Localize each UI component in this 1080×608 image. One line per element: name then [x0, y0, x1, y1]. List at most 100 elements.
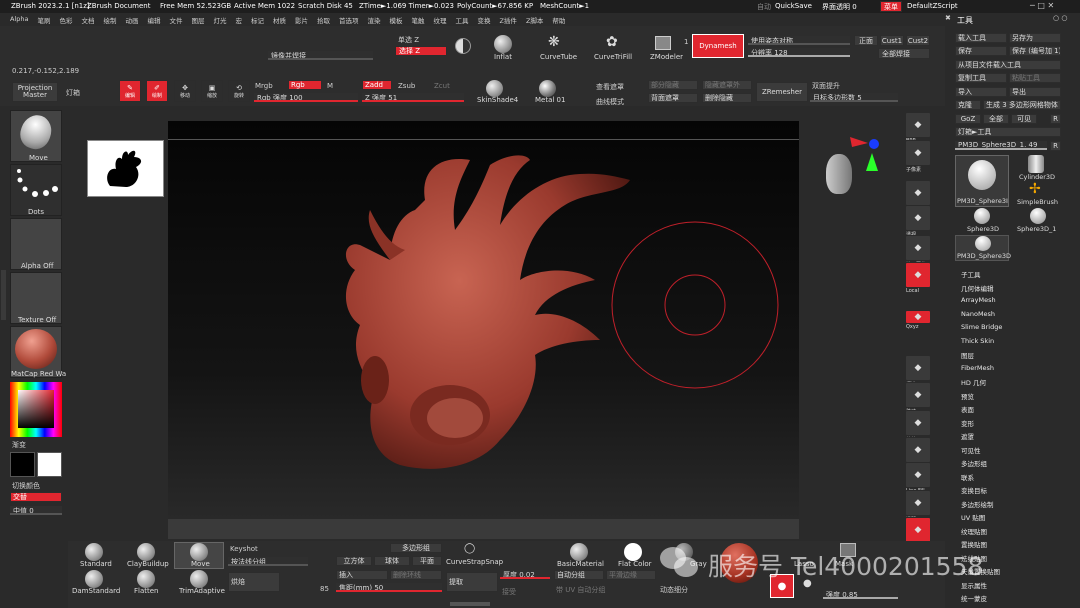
scale-view-button[interactable]: ◆ — [905, 410, 931, 436]
edit-button[interactable]: ✎ 编辑 — [119, 80, 141, 102]
select-z-button[interactable]: 选择 Z — [395, 46, 447, 56]
inflat-brush-icon[interactable] — [494, 35, 512, 53]
panel-pin-icon[interactable]: ○ ○ — [1053, 14, 1067, 22]
tool-subpalette-16[interactable]: 变换目标 — [961, 485, 987, 495]
frame-button[interactable]: ◆ — [905, 355, 931, 381]
sphere-button[interactable]: 球体 — [374, 556, 410, 566]
menu-item-9[interactable]: 灯光 — [213, 15, 226, 25]
menu-item-4[interactable]: 绘制 — [103, 15, 116, 25]
midvalue-slider[interactable]: 中值 0 — [10, 506, 62, 515]
save-as-button[interactable]: 另存为 — [1009, 33, 1061, 43]
aahalf-button[interactable]: ◆ — [905, 180, 931, 206]
goz-all-button[interactable]: 全部 — [983, 114, 1009, 124]
hide-unmasked-button[interactable]: 隐藏遮罩外 — [702, 80, 752, 90]
mrgb-button[interactable]: Mrgb — [255, 82, 273, 90]
perspective-button[interactable]: ◆ — [905, 205, 931, 231]
move-brush-thumb[interactable]: Move — [10, 110, 62, 162]
damstandard-brush-icon[interactable] — [85, 570, 103, 588]
rotate-mode-button[interactable]: ⟲ 旋转 — [228, 80, 250, 102]
menu-item-7[interactable]: 文件 — [169, 15, 182, 25]
menu-item-2[interactable]: 色彩 — [59, 15, 72, 25]
menu-item-23[interactable]: Z脚本 — [526, 15, 543, 25]
load-tool-button[interactable]: 载入工具 — [955, 33, 1007, 43]
lens-weld-button[interactable]: 镜像并焊接 — [268, 51, 373, 60]
yin-yang-icon[interactable] — [455, 38, 471, 54]
scale-mode-button[interactable]: ▣ 缩放 — [201, 80, 223, 102]
ghost-button[interactable]: ◆ — [905, 517, 931, 543]
tool-subpalette-0[interactable]: 子工具 — [961, 269, 981, 279]
subpixel-button[interactable]: ◆ — [905, 140, 931, 166]
use-pose-symmetry-button[interactable]: 使用姿态对称 — [748, 36, 850, 45]
flatten-brush-icon[interactable] — [137, 570, 155, 588]
polygroup-button[interactable]: 多边形组 — [390, 543, 442, 553]
accept-button[interactable]: 接受 — [502, 587, 516, 597]
draw-button[interactable]: ✐ 绘制 — [146, 80, 168, 102]
menu-item-24[interactable]: 帮助 — [552, 15, 565, 25]
claybuildup-brush-icon[interactable] — [137, 543, 155, 561]
tool-thumb-pm3d-sphere-2[interactable]: PM3D_Sphere3D — [955, 235, 1011, 261]
load-from-project-button[interactable]: 从项目文件载入工具 — [955, 60, 1061, 70]
zsub-button[interactable]: Zsub — [398, 82, 415, 90]
tool-subpalette-5[interactable]: Thick Skin — [961, 337, 994, 345]
save-increment-button[interactable]: 保存 (编号加 1) — [1009, 46, 1061, 56]
menu-item-22[interactable]: Z插件 — [499, 15, 516, 25]
reference-image[interactable] — [87, 140, 164, 197]
insert-button[interactable]: 插入 — [336, 570, 388, 580]
color-picker[interactable] — [10, 382, 62, 437]
move-mode-button[interactable]: ✥ 移动 — [174, 80, 196, 102]
lightbox-button[interactable]: 灯箱 — [66, 88, 80, 98]
texture-thumb[interactable]: Texture Off — [10, 272, 62, 324]
make-polymesh-button[interactable]: 生成 3 多边形网格物体 — [983, 100, 1061, 110]
bottom-collapse-handle[interactable] — [450, 602, 490, 606]
menu-item-21[interactable]: 变换 — [477, 15, 490, 25]
clone-button[interactable]: 克隆 — [955, 100, 981, 110]
menu-item-8[interactable]: 图层 — [191, 15, 204, 25]
save-button[interactable]: 保存 — [955, 46, 1007, 56]
partial-hide-button[interactable]: 部分隐藏 — [648, 80, 698, 90]
switch-color-button[interactable]: 切换颜色 — [12, 481, 40, 491]
uv-auto-group-button[interactable]: 带 UV 自动分组 — [556, 585, 605, 595]
tool-thumb-simplebrush[interactable]: ✢ SimpleBrush — [1011, 181, 1065, 207]
z-intensity-slider[interactable]: Z 强度 51 — [362, 93, 464, 102]
menu-item-15[interactable]: 首选项 — [339, 15, 359, 25]
menu-item-3[interactable]: 文档 — [81, 15, 94, 25]
tool-subpalette-24[interactable]: 统一蒙皮 — [961, 593, 987, 603]
paste-tool-button[interactable]: 粘贴工具 — [1009, 73, 1061, 83]
tool-subpalette-1[interactable]: 几何体编辑 — [961, 283, 994, 293]
current-tool-slider[interactable]: PM3D_Sphere3D_1. 49 — [955, 141, 1047, 150]
rgb-button[interactable]: Rgb — [288, 80, 322, 90]
front-button[interactable]: 正面 — [854, 35, 878, 46]
gradient-button[interactable]: 渐变 — [12, 440, 26, 450]
metal-material-icon[interactable] — [539, 80, 556, 97]
zadd-button[interactable]: Zadd — [362, 80, 392, 90]
tool-subpalette-3[interactable]: NanoMesh — [961, 310, 995, 318]
auto-group-button[interactable]: 自动分组 — [554, 570, 604, 580]
zremesher-button[interactable]: ZRemesher — [756, 82, 808, 102]
zmodeler-icon[interactable] — [655, 36, 671, 50]
cust1-button[interactable]: Cust1 — [880, 35, 904, 46]
axis-gizmo[interactable] — [846, 135, 886, 175]
sculpt-model[interactable] — [330, 150, 640, 480]
alternate-button[interactable]: 交替 — [10, 492, 62, 502]
thickness-slider[interactable]: 厚度 0.02 — [500, 570, 550, 579]
menu-item-20[interactable]: 工具 — [455, 15, 468, 25]
m-button[interactable]: M — [327, 82, 333, 90]
keyshot-button[interactable]: Keyshot — [230, 545, 258, 553]
color-picker-square[interactable] — [18, 390, 54, 428]
tool-subpalette-4[interactable]: Slime Bridge — [961, 323, 1002, 331]
plane-button[interactable]: 平面 — [412, 556, 442, 566]
menu-item-19[interactable]: 纹理 — [433, 15, 446, 25]
tool-subpalette-12[interactable]: 遮罩 — [961, 431, 974, 441]
double-lift-button[interactable]: 双面提升 — [812, 81, 840, 91]
goz-button[interactable]: GoZ — [955, 114, 981, 124]
tool-thumb-cylinder[interactable]: Cylinder3D — [1011, 155, 1065, 181]
curvetube-icon[interactable]: ❋ — [548, 34, 568, 50]
tool-subpalette-13[interactable]: 可见性 — [961, 445, 981, 455]
bake-button[interactable]: 烘焙 — [228, 572, 280, 592]
zcut-button[interactable]: Zcut — [434, 82, 450, 90]
menu-item-17[interactable]: 模板 — [389, 15, 402, 25]
menu-item-18[interactable]: 笔触 — [411, 15, 424, 25]
left-collapse-handle[interactable] — [1, 270, 6, 320]
focal-length-slider[interactable]: 焦距(mm) 50 — [336, 583, 442, 592]
extract-button[interactable]: 提取 — [446, 572, 498, 592]
